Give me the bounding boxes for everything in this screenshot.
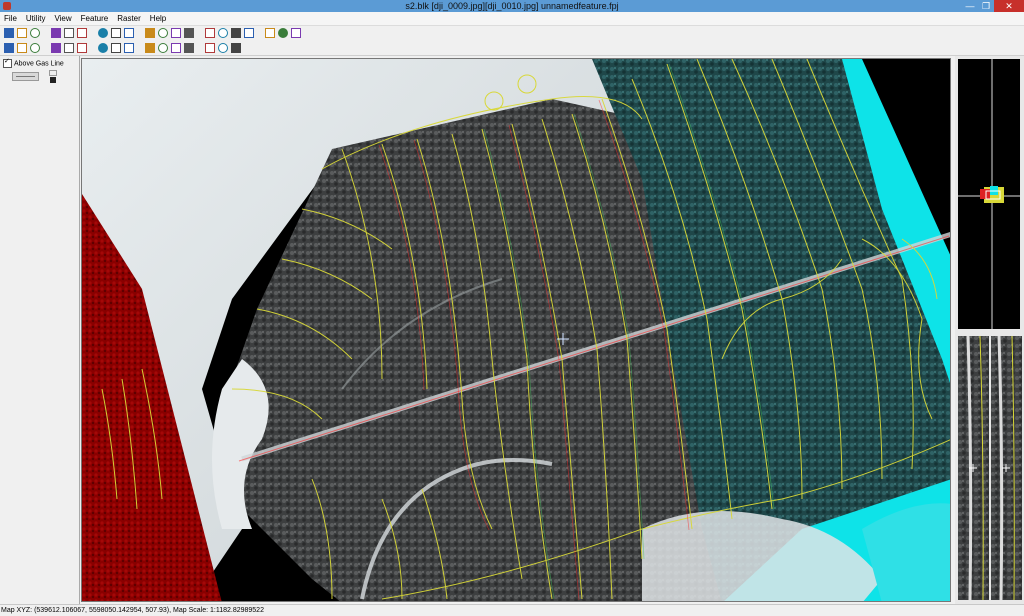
- save-icon[interactable]: [30, 28, 40, 38]
- feature-toolbar: [0, 41, 1024, 56]
- measure-icon[interactable]: [218, 28, 228, 38]
- rotate-icon[interactable]: [265, 28, 275, 38]
- elevation-stepper[interactable]: [48, 70, 57, 83]
- new-file-icon[interactable]: [4, 28, 14, 38]
- stepper-indicator-icon: [50, 77, 56, 83]
- curve-edit-icon[interactable]: [111, 43, 121, 53]
- menu-help[interactable]: Help: [146, 12, 171, 25]
- cube-icon[interactable]: [205, 43, 215, 53]
- page-icon[interactable]: [77, 28, 87, 38]
- menu-view[interactable]: View: [50, 12, 76, 25]
- window-title-bar: s2.blk [dji_0009.jpg][dji_0010.jpg] unna…: [0, 0, 1024, 12]
- window-icon[interactable]: [278, 28, 288, 38]
- status-bar: Map XYZ: (539612.106067, 5598050.142954,…: [0, 604, 1024, 616]
- anaglyph-image[interactable]: [82, 59, 951, 602]
- line-icon[interactable]: [184, 43, 194, 53]
- overview-window[interactable]: [958, 59, 1020, 329]
- right-panel: [955, 56, 1024, 604]
- stepper-up-icon[interactable]: [49, 70, 57, 76]
- rectangle-icon[interactable]: [145, 43, 155, 53]
- above-gas-line-label: Above Gas Line: [14, 60, 64, 68]
- menu-feature[interactable]: Feature: [77, 12, 114, 25]
- menu-utility[interactable]: Utility: [22, 12, 51, 25]
- left-pane-icon[interactable]: [145, 28, 155, 38]
- open-folder-icon[interactable]: [17, 28, 27, 38]
- cut-icon[interactable]: [51, 43, 61, 53]
- left-zoom-pane[interactable]: [958, 336, 989, 600]
- copy-icon[interactable]: [64, 43, 74, 53]
- app-icon: [3, 2, 11, 10]
- save-all-icon[interactable]: [51, 28, 61, 38]
- zoom-fit-icon[interactable]: [111, 28, 121, 38]
- stack-icon[interactable]: [231, 43, 241, 53]
- zoom-extents-icon[interactable]: [98, 28, 108, 38]
- info-icon[interactable]: [244, 28, 254, 38]
- elevation-slider[interactable]: [12, 72, 39, 81]
- close-button[interactable]: ✕: [994, 0, 1024, 12]
- stereo-image-view[interactable]: [81, 58, 951, 602]
- edit-icon[interactable]: [64, 28, 74, 38]
- above-gas-line-row[interactable]: Above Gas Line: [3, 57, 64, 68]
- lock-icon[interactable]: [30, 43, 40, 53]
- main-toolbar: [0, 26, 1024, 40]
- menu-raster[interactable]: Raster: [113, 12, 146, 25]
- tile-icon[interactable]: [291, 28, 301, 38]
- paste-icon[interactable]: [77, 43, 87, 53]
- minimize-button[interactable]: —: [962, 0, 978, 12]
- right-zoom-pane[interactable]: [991, 336, 1022, 600]
- eraser-icon[interactable]: [124, 43, 134, 53]
- right-pane-icon[interactable]: [171, 28, 181, 38]
- split-view-icon[interactable]: [158, 28, 168, 38]
- spline-icon[interactable]: [171, 43, 181, 53]
- target-icon[interactable]: [124, 28, 134, 38]
- arc-icon[interactable]: [158, 43, 168, 53]
- map-coordinates: Map XYZ: (539612.106067, 5598050.142954,…: [1, 607, 264, 614]
- layer-panel: Above Gas Line: [0, 56, 80, 604]
- select-pointer-icon[interactable]: [4, 43, 14, 53]
- box-icon[interactable]: [218, 43, 228, 53]
- axis-icon[interactable]: [98, 43, 108, 53]
- menu-file[interactable]: File: [0, 12, 22, 25]
- layers-icon[interactable]: [205, 28, 215, 38]
- crosshair-icon[interactable]: [184, 28, 194, 38]
- above-gas-line-checkbox[interactable]: [3, 57, 12, 68]
- window-title: s2.blk [dji_0009.jpg][dji_0010.jpg] unna…: [405, 1, 619, 11]
- maximize-button[interactable]: ❐: [978, 0, 994, 12]
- overview-map[interactable]: [958, 59, 1020, 329]
- select-box-icon[interactable]: [17, 43, 27, 53]
- menu-bar: File Utility View Feature Raster Help: [0, 12, 1024, 26]
- globe-icon[interactable]: [231, 28, 241, 38]
